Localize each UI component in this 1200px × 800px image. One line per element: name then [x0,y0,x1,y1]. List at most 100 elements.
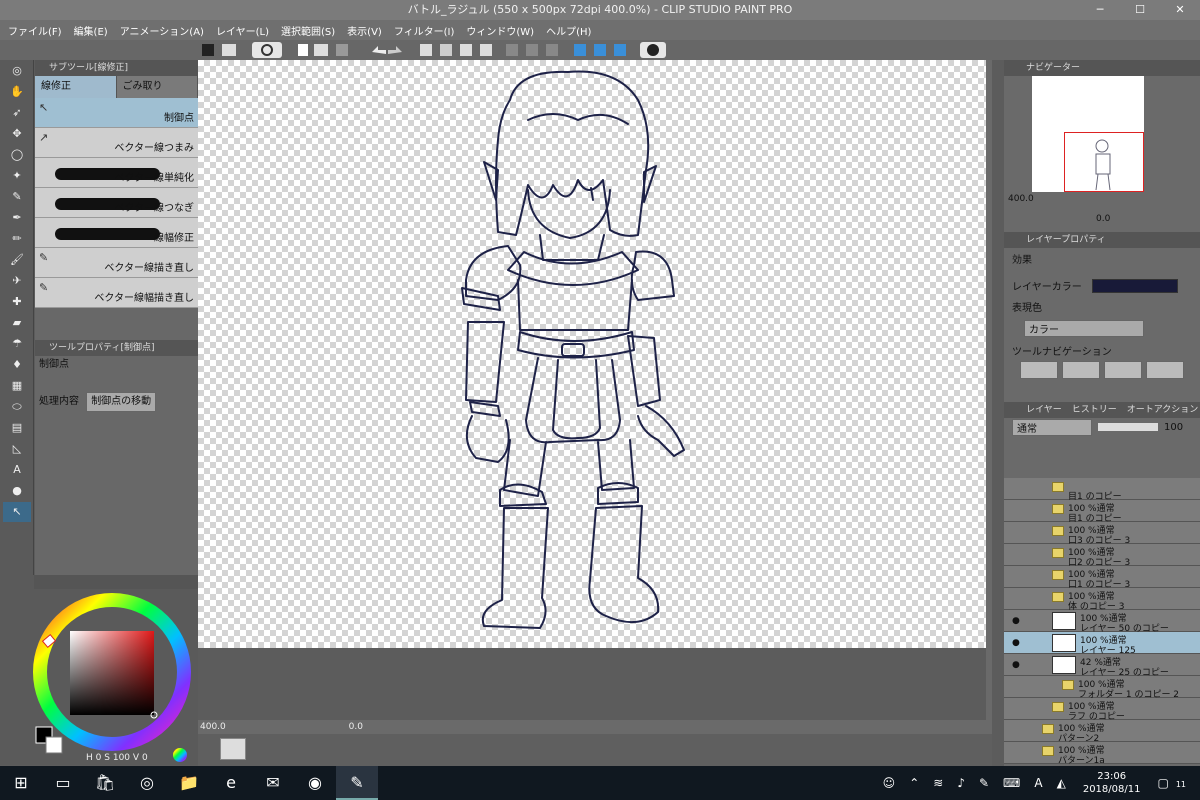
layer-row[interactable]: 100 %通常 口1 のコピー 3 [1004,566,1200,590]
folder-icon[interactable] [1052,482,1064,492]
adobe-icon[interactable]: ◭ [1050,776,1073,790]
brush-tool-icon[interactable]: 🖌 [3,250,31,270]
pencil-tool-icon[interactable]: ✏ [3,229,31,249]
figure-tool-icon[interactable]: ⬭ [3,397,31,417]
layer-row[interactable]: 100 %通常 目1 のコピー [1004,500,1200,524]
subtool-item-redraw-vector[interactable]: ✎ ベクター線描き直し [35,248,198,278]
ime-indicator[interactable]: A [1027,776,1049,790]
operation-tool-icon[interactable]: ➶ [3,103,31,123]
layer-row[interactable]: 100 %通常 パターン1a [1004,742,1200,766]
folder-icon[interactable] [1052,504,1064,514]
wifi-icon[interactable]: ≋ [926,776,950,790]
mail-icon[interactable]: ✉ [252,766,294,800]
menu-file[interactable]: ファイル(F) [2,23,68,38]
subtool-item-line-width[interactable]: 線幅修正 [35,218,198,248]
correct-line-tool-icon[interactable]: ↖ [3,502,31,522]
folder-icon[interactable] [1042,746,1054,756]
process-select[interactable]: 制御点の移動 [86,392,157,412]
frame-tool-icon[interactable]: ▤ [3,418,31,438]
airbrush-tool-icon[interactable]: ✈ [3,271,31,291]
menu-selection[interactable]: 選択範囲(S) [275,23,341,38]
layer-row[interactable]: 100 %通常 口2 のコピー 3 [1004,544,1200,568]
tool-nav-button-2[interactable] [1062,361,1100,379]
fill-tool-icon[interactable]: ♦ [3,355,31,375]
subtool-item-redraw-width[interactable]: ✎ ベクター線幅描き直し [35,278,198,308]
file-explorer-icon[interactable]: 📁 [168,766,210,800]
display-color-select[interactable]: カラー [1024,320,1144,337]
eyedropper-icon[interactable]: ✎ [3,187,31,207]
auto-select-icon[interactable]: ✦ [3,166,31,186]
tab-auto-action[interactable]: オートアクション [1127,402,1199,418]
blend-mode-select[interactable]: 通常 [1012,418,1092,436]
vertical-scrollbar[interactable] [986,60,992,720]
layer-row[interactable]: ● 100 %通常 レイヤー 125 [1004,632,1200,656]
menu-window[interactable]: ウィンドウ(W) [460,23,540,38]
layer-row[interactable]: 100 %通常 フォルダー 1 のコピー 2 [1004,676,1200,700]
layer-row[interactable]: 目1 のコピー [1004,478,1200,502]
folder-icon[interactable] [1062,680,1074,690]
subtool-item-control-point[interactable]: ↖ 制御点 [35,98,198,128]
windows-start-icon[interactable]: ⊞ [0,766,42,800]
tool-nav-button-4[interactable] [1146,361,1184,379]
minimize-button[interactable]: ─ [1080,0,1120,20]
color-wheel[interactable] [0,575,198,765]
folder-open-icon[interactable] [1052,592,1064,602]
navigator-zoom[interactable]: 400.0 [1008,194,1034,204]
layer-row[interactable]: 100 %通常 口3 のコピー 3 [1004,522,1200,546]
clip-studio-paint-icon[interactable]: ✎ [336,766,378,800]
layer-color-swatch[interactable] [1091,278,1178,293]
tab-correct-line[interactable]: 線修正 [35,76,117,98]
tool-nav-button-3[interactable] [1104,361,1142,379]
folder-icon[interactable] [1042,724,1054,734]
navigator-view-frame[interactable] [1064,132,1144,192]
zoom-tool-icon[interactable]: ◎ [3,61,31,81]
gradient-tool-icon[interactable]: ▦ [3,376,31,396]
people-icon[interactable]: ☺ [876,776,903,790]
tab-dust-removal[interactable]: ごみ取り [116,76,198,98]
menu-layer[interactable]: レイヤー(L) [210,23,275,38]
keyboard-icon[interactable]: ⌨ [996,776,1027,790]
chevron-up-icon[interactable]: ⌃ [902,776,926,790]
blend-tool-icon[interactable]: ☂ [3,334,31,354]
maximize-button[interactable]: ☐ [1120,0,1160,20]
subtool-item-simplify-vector[interactable]: ベクター線単純化 [35,158,198,188]
layer-row[interactable]: 100 %通常体 のコピー 3 [1004,588,1200,612]
visibility-eye-icon[interactable]: ● [1012,616,1020,626]
clock[interactable]: 23:06 2018/08/11 [1073,770,1151,796]
eraser-tool-icon[interactable]: ▰ [3,313,31,333]
visibility-eye-icon[interactable]: ● [1012,660,1020,670]
pen-icon[interactable]: ✎ [972,776,996,790]
menu-filter[interactable]: フィルター(I) [388,23,461,38]
visibility-eye-icon[interactable]: ● [1012,638,1020,648]
selection-tool-icon[interactable]: ◯ [3,145,31,165]
clip-studio-icon[interactable]: ◎ [126,766,168,800]
menu-edit[interactable]: 編集(E) [68,23,114,38]
close-button[interactable]: ✕ [1160,0,1200,20]
subtool-item-pinch-vector[interactable]: ↗ ベクター線つまみ [35,128,198,158]
layer-row[interactable]: 100 %通常 パターン2 [1004,720,1200,744]
angle-readout[interactable]: 0.0 [349,722,363,732]
notification-icon[interactable]: ▢ 11 [1150,776,1200,790]
hand-tool-icon[interactable]: ✋ [3,82,31,102]
edge-icon[interactable]: e [210,766,252,800]
folder-icon[interactable] [1052,548,1064,558]
opacity-slider[interactable] [1098,423,1158,431]
navigator-angle[interactable]: 0.0 [1096,214,1110,224]
opacity-value[interactable]: 100 [1164,422,1183,433]
pen-tool-icon[interactable]: ✒ [3,208,31,228]
menu-animation[interactable]: アニメーション(A) [114,23,210,38]
menu-help[interactable]: ヘルプ(H) [540,23,597,38]
text-tool-icon[interactable]: A [3,460,31,480]
tab-history[interactable]: ヒストリー [1072,402,1117,418]
zoom-readout[interactable]: 400.0 [200,722,226,732]
move-tool-icon[interactable]: ✥ [3,124,31,144]
ruler-tool-icon[interactable]: ◺ [3,439,31,459]
tool-nav-button-1[interactable] [1020,361,1058,379]
layer-row[interactable]: 100 %通常 ラフ のコピー [1004,698,1200,722]
layer-row[interactable]: ● 42 %通常 レイヤー 25 のコピー [1004,654,1200,678]
drawing-canvas[interactable] [198,60,986,648]
subtool-item-connect-vector[interactable]: ベクター線つなぎ [35,188,198,218]
task-view-icon[interactable]: ▭ [42,766,84,800]
chrome-icon[interactable]: ◉ [294,766,336,800]
folder-icon[interactable] [1052,570,1064,580]
